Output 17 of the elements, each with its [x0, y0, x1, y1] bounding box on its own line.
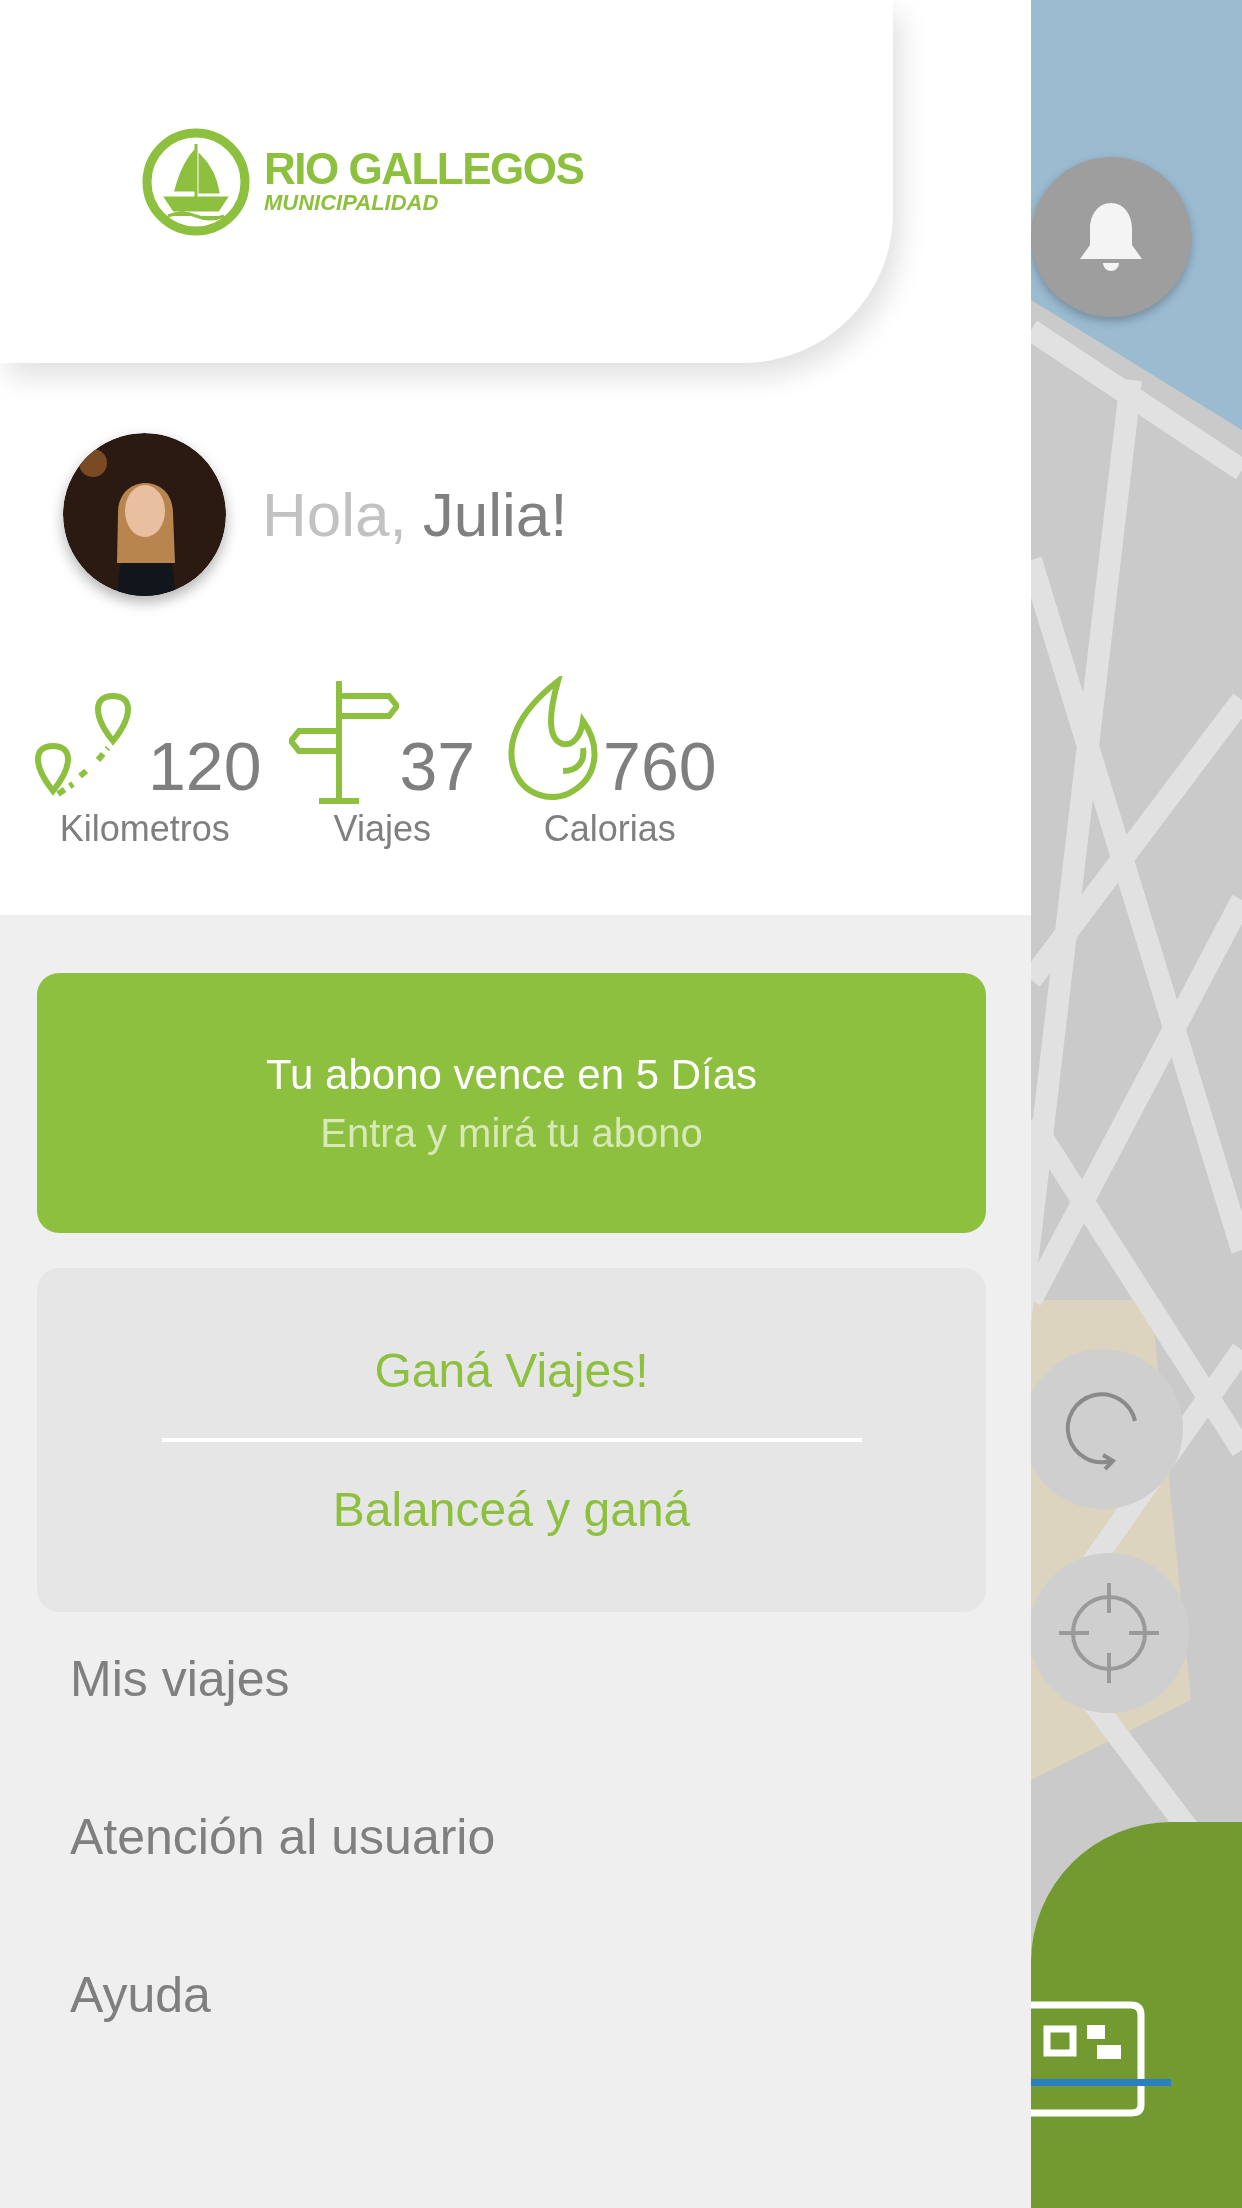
menu-item[interactable]: Atención al usuario: [70, 1808, 1031, 1866]
stat-label: Viajes: [332, 808, 432, 850]
menu-item[interactable]: Mis viajes: [70, 1650, 1031, 1708]
greeting: Hola,: [262, 479, 407, 550]
ship-logo-icon: [142, 127, 250, 236]
menu-item[interactable]: Ayuda: [70, 1966, 1031, 2024]
stat-label: Kilometros: [58, 808, 231, 850]
stat-value: 760: [603, 732, 717, 806]
logo-title: RIO GALLEGOS: [264, 147, 584, 192]
subscription-banner[interactable]: Tu abono vence en 5 Días Entra y mirá tu abono: [37, 973, 986, 1233]
stat-value: 120: [148, 732, 262, 806]
banner-title: Tu abono vence en 5 Días: [265, 1050, 758, 1099]
stat-value: 37: [399, 732, 476, 806]
user-name: Julia!: [422, 479, 568, 550]
banner-subtitle: Entra y mirá tu abono: [320, 1110, 703, 1156]
logo-subtitle: MUNICIPALIDAD: [264, 191, 440, 216]
stat-label: Calorias: [542, 808, 677, 850]
